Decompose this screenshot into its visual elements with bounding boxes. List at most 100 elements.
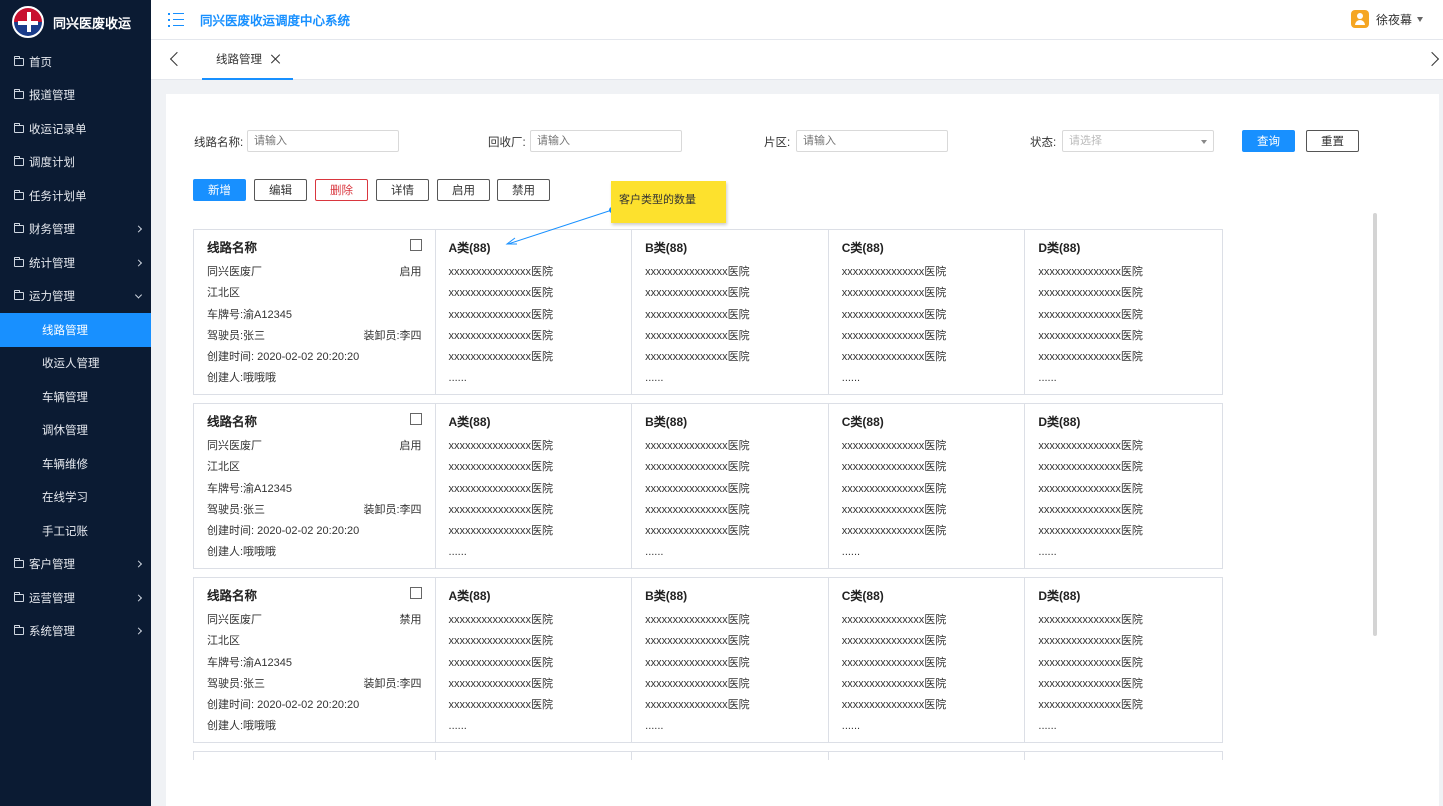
edit-button[interactable]: 编辑 bbox=[254, 179, 307, 201]
hospital-item: xxxxxxxxxxxxxxx医院 bbox=[1038, 482, 1143, 495]
route-plant-row: 同兴医废厂 启用 bbox=[207, 262, 422, 283]
delete-button[interactable]: 删除 bbox=[315, 179, 368, 201]
sidebar-item-customer[interactable]: 客户管理 bbox=[0, 548, 151, 582]
sidebar-item-task-plan[interactable]: 任务计划单 bbox=[0, 179, 151, 213]
route-driver: 驾驶员:张三 bbox=[207, 503, 266, 516]
sidebar-item-label: 调度计划 bbox=[29, 157, 75, 170]
sidebar-item-finance[interactable]: 财务管理 bbox=[0, 213, 151, 247]
route-checkbox[interactable] bbox=[409, 413, 422, 425]
hospital-item: xxxxxxxxxxxxxxx医院 bbox=[645, 461, 750, 474]
close-icon[interactable] bbox=[271, 54, 281, 64]
sidebar-subitem-vehicle-repair[interactable]: 车辆维修 bbox=[0, 447, 151, 481]
hospital-item: xxxxxxxxxxxxxxx医院 bbox=[448, 266, 554, 278]
category-column: C类(88) xxxxxxxxxxxxxxx医院 xxxxxxxxxxxxxxx… bbox=[829, 404, 1026, 568]
enable-button[interactable]: 启用 bbox=[437, 179, 490, 201]
disable-button[interactable]: 禁用 bbox=[497, 179, 550, 201]
route-card[interactable]: 线路名称 同兴医废厂 启用 江北区 车牌号:渝A12345 驾驶员:张三 装卸员:李… bbox=[193, 229, 1223, 395]
reset-button[interactable]: 重置 bbox=[1306, 130, 1359, 152]
tab-scroll-left-icon[interactable] bbox=[169, 51, 185, 67]
tab-scroll-right-icon[interactable] bbox=[1424, 51, 1440, 67]
hospital-item: xxxxxxxxxxxxxxx医院 bbox=[841, 482, 947, 495]
tab-label: 线路管理 bbox=[216, 54, 262, 66]
route-staff-row: 驾驶员:张三 装卸员:李四 bbox=[207, 500, 422, 521]
sidebar-subitem-collector[interactable]: 收运人管理 bbox=[0, 347, 151, 381]
route-plant-row: 同兴医废厂 禁用 bbox=[207, 610, 422, 631]
sidebar-item-dispatch-plan[interactable]: 调度计划 bbox=[0, 146, 151, 180]
folder-icon bbox=[14, 89, 24, 100]
hospital-item: xxxxxxxxxxxxxxx医院 bbox=[1038, 287, 1143, 300]
route-staff-row: 驾驶员:张三 装卸员:李四 bbox=[207, 674, 422, 695]
sidebar-item-label: 报道管理 bbox=[29, 90, 75, 103]
category-column: B类(88) xxxxxxxxxxxxxxx医院 xxxxxxxxxxxxxxx… bbox=[632, 404, 829, 568]
hospital-item: xxxxxxxxxxxxxxx医院 bbox=[448, 677, 554, 690]
sidebar-subitem-manual-bookkeeping[interactable]: 手工记账 bbox=[0, 514, 151, 548]
hospital-more: ...... bbox=[448, 372, 467, 385]
sidebar: 同兴医废收运 首页 报道管理 收运记录单 调度计划 任务计划单 财务管理 统计管… bbox=[0, 0, 151, 806]
hospital-item: xxxxxxxxxxxxxxx医院 bbox=[448, 482, 554, 495]
content-bottom-area bbox=[166, 760, 1439, 806]
hospital-item: xxxxxxxxxxxxxxx医院 bbox=[841, 635, 947, 648]
category-title: D类(88) bbox=[1038, 415, 1081, 429]
add-button[interactable]: 新增 bbox=[193, 179, 246, 201]
hospital-item: xxxxxxxxxxxxxxx医院 bbox=[1038, 351, 1143, 364]
hospital-item: xxxxxxxxxxxxxxx医院 bbox=[645, 266, 750, 278]
sidebar-item-label: 首页 bbox=[29, 56, 52, 69]
hospital-item: xxxxxxxxxxxxxxx医院 bbox=[841, 503, 947, 516]
sidebar-subitem-vehicle[interactable]: 车辆管理 bbox=[0, 380, 151, 414]
hospital-item: xxxxxxxxxxxxxxx医院 bbox=[448, 635, 554, 648]
sidebar-item-label: 系统管理 bbox=[29, 626, 75, 639]
route-card[interactable]: 线路名称 同兴医废厂 启用 江北区 车牌号:渝A12345 驾驶员:张三 装卸员:李… bbox=[193, 403, 1223, 569]
sidebar-item-report[interactable]: 报道管理 bbox=[0, 79, 151, 113]
plant-label: 回收厂: bbox=[488, 137, 526, 149]
hospital-item: xxxxxxxxxxxxxxx医院 bbox=[448, 461, 554, 474]
hospital-more: ...... bbox=[645, 372, 664, 385]
hospital-more: ...... bbox=[1038, 372, 1057, 385]
vertical-scrollbar[interactable] bbox=[1373, 213, 1377, 636]
status-select[interactable]: 请选择 bbox=[1062, 130, 1214, 152]
chevron-right-icon bbox=[134, 560, 143, 568]
route-card[interactable]: 线路名称 同兴医废厂 禁用 江北区 车牌号:渝A12345 驾驶员:张三 装卸员:李… bbox=[193, 577, 1223, 743]
route-plant: 同兴医废厂 bbox=[207, 614, 262, 626]
district-input[interactable] bbox=[796, 130, 948, 152]
hospital-item: xxxxxxxxxxxxxxx医院 bbox=[645, 482, 750, 495]
sidebar-subitem-leave[interactable]: 调休管理 bbox=[0, 414, 151, 448]
hospital-more: ...... bbox=[841, 372, 861, 385]
category-title: C类(88) bbox=[841, 589, 884, 603]
user-menu[interactable]: 徐夜幕 bbox=[1350, 10, 1423, 28]
category-title: B类(88) bbox=[645, 589, 688, 603]
category-title: D类(88) bbox=[1038, 241, 1081, 255]
sidebar-subitem-online-learning[interactable]: 在线学习 bbox=[0, 481, 151, 515]
sidebar-item-home[interactable]: 首页 bbox=[0, 45, 151, 79]
hospital-item: xxxxxxxxxxxxxxx医院 bbox=[841, 308, 947, 321]
route-checkbox[interactable] bbox=[409, 587, 422, 599]
hospital-more: ...... bbox=[645, 720, 664, 733]
route-created-time: 创建时间: 2020-02-02 20:20:20 bbox=[207, 351, 360, 364]
sidebar-item-capacity[interactable]: 运力管理 bbox=[0, 280, 151, 314]
route-checkbox[interactable] bbox=[409, 239, 422, 251]
tab-route-management[interactable]: 线路管理 bbox=[202, 40, 293, 80]
sidebar-item-system[interactable]: 系统管理 bbox=[0, 615, 151, 649]
hospital-item: xxxxxxxxxxxxxxx医院 bbox=[1038, 635, 1143, 648]
route-plant-row: 同兴医废厂 启用 bbox=[207, 436, 422, 457]
route-loader: 装卸员:李四 bbox=[363, 677, 422, 690]
sidebar-item-label: 运营管理 bbox=[29, 592, 75, 605]
detail-button[interactable]: 详情 bbox=[376, 179, 429, 201]
tab-bar: 线路管理 bbox=[151, 40, 1443, 80]
username: 徐夜幕 bbox=[1375, 12, 1412, 27]
category-column: A类(88) xxxxxxxxxxxxxxx医院 xxxxxxxxxxxxxxx… bbox=[436, 404, 633, 568]
menu-toggle-icon[interactable] bbox=[168, 12, 184, 27]
route-status: 启用 bbox=[399, 440, 422, 452]
route-district: 江北区 bbox=[207, 635, 240, 648]
hospital-more: ...... bbox=[1038, 546, 1057, 559]
category-title: C类(88) bbox=[841, 415, 884, 429]
sidebar-item-collection-record[interactable]: 收运记录单 bbox=[0, 112, 151, 146]
query-button[interactable]: 查询 bbox=[1242, 130, 1295, 152]
sidebar-subitem-route[interactable]: 线路管理 bbox=[0, 313, 151, 347]
status-label: 状态: bbox=[1030, 137, 1057, 149]
brand[interactable]: 同兴医废收运 bbox=[0, 0, 151, 44]
route-name-input[interactable] bbox=[247, 130, 399, 152]
sidebar-item-operations[interactable]: 运营管理 bbox=[0, 581, 151, 615]
hospital-more: ...... bbox=[448, 720, 467, 733]
plant-input[interactable] bbox=[530, 130, 682, 152]
sidebar-item-statistics[interactable]: 统计管理 bbox=[0, 246, 151, 280]
